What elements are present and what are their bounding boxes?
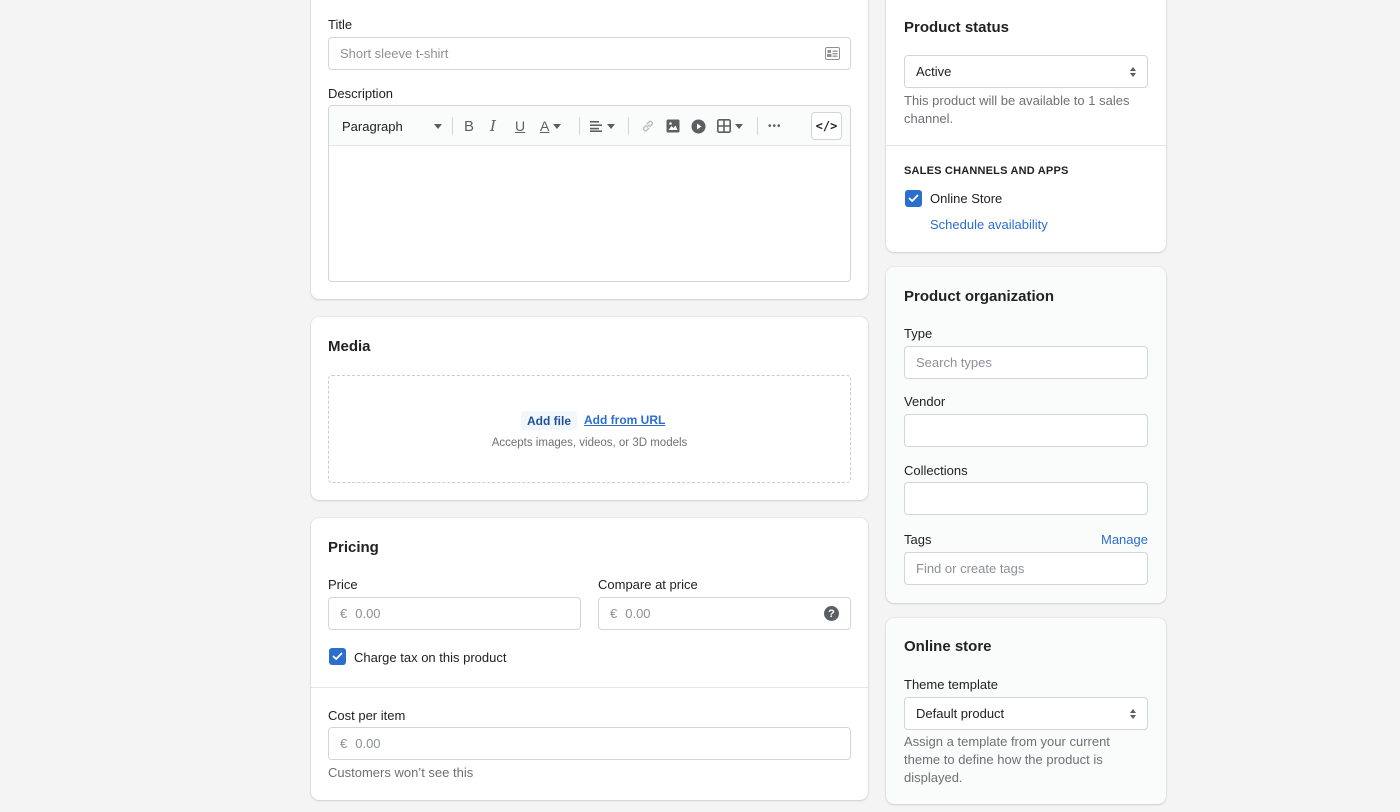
chevron-down-icon: [553, 123, 562, 129]
price-input[interactable]: € 0.00: [328, 597, 581, 630]
add-from-url-link[interactable]: Add from URL: [584, 413, 665, 427]
product-status-select[interactable]: Active: [904, 55, 1148, 88]
theme-template-label: Theme template: [904, 677, 998, 692]
chevron-down-icon: [434, 123, 442, 129]
table-button[interactable]: [717, 106, 743, 146]
description-label: Description: [328, 86, 394, 101]
media-heading: Media: [328, 338, 371, 355]
link-icon: [642, 120, 654, 132]
video-button[interactable]: [691, 106, 706, 146]
paragraph-select-value: Paragraph: [342, 118, 403, 134]
type-input[interactable]: Search types: [904, 346, 1148, 379]
select-arrows-icon: [1130, 66, 1136, 77]
theme-template-help: Assign a template from your current them…: [904, 734, 1110, 785]
collections-input[interactable]: [904, 482, 1148, 515]
tags-input[interactable]: Find or create tags: [904, 552, 1148, 585]
select-arrows-icon: [1130, 708, 1136, 719]
image-icon: [666, 119, 680, 133]
product-status-value: Active: [916, 64, 952, 79]
type-placeholder: Search types: [916, 355, 992, 370]
compare-at-price-placeholder: 0.00: [625, 606, 651, 621]
online-store-channel-checkbox[interactable]: [905, 190, 922, 207]
text-color-icon: A: [540, 118, 550, 134]
online-store-channel-label[interactable]: Online Store: [930, 191, 1002, 206]
theme-template-value: Default product: [916, 706, 1005, 721]
tags-placeholder: Find or create tags: [916, 561, 1025, 576]
underline-button[interactable]: U: [515, 106, 525, 146]
underline-icon: U: [515, 118, 526, 134]
title-label: Title: [328, 17, 353, 32]
table-icon: [717, 119, 731, 133]
italic-icon: I: [490, 117, 496, 135]
toolbar-divider: [579, 117, 580, 135]
compare-at-price-input[interactable]: € 0.00 ?: [598, 597, 851, 630]
code-icon: </>: [815, 119, 838, 133]
title-placeholder: Short sleeve t-shirt: [340, 46, 449, 61]
checkmark-icon: [908, 194, 919, 202]
price-label: Price: [328, 577, 358, 592]
description-textarea[interactable]: [329, 146, 850, 281]
play-icon: [691, 119, 706, 133]
chevron-down-icon: [735, 123, 743, 129]
product-status-heading: Product status: [904, 19, 1010, 36]
media-dropzone[interactable]: Add file Add from URL Accepts images, vi…: [328, 375, 851, 483]
cost-per-item-help: Customers won’t see this: [328, 765, 474, 780]
toolbar-divider: [628, 117, 629, 135]
description-editor: Paragraph B I U A ••• </>: [328, 105, 851, 282]
manage-tags-link[interactable]: Manage: [1101, 532, 1148, 547]
align-button[interactable]: [590, 106, 615, 146]
toolbar-divider: [757, 117, 758, 135]
vendor-label: Vendor: [904, 394, 946, 409]
italic-button[interactable]: I: [490, 106, 496, 146]
currency-prefix: €: [340, 606, 348, 621]
charge-tax-checkbox[interactable]: [329, 648, 346, 665]
image-button[interactable]: [666, 106, 680, 146]
price-placeholder: 0.00: [355, 606, 381, 621]
editor-toolbar: Paragraph B I U A ••• </>: [329, 106, 850, 146]
paragraph-select[interactable]: Paragraph: [342, 106, 442, 146]
charge-tax-label[interactable]: Charge tax on this product: [354, 650, 506, 665]
pricing-heading: Pricing: [328, 539, 379, 556]
theme-template-select[interactable]: Default product: [904, 697, 1148, 730]
cost-per-item-input[interactable]: € 0.00: [328, 727, 851, 760]
link-button[interactable]: [641, 106, 655, 146]
vendor-input[interactable]: [904, 414, 1148, 447]
bold-button[interactable]: B: [464, 106, 474, 146]
align-left-icon: [590, 121, 602, 132]
add-file-button[interactable]: Add file: [521, 411, 577, 430]
product-status-help: This product will be available to 1 sale…: [904, 93, 1130, 126]
sales-channels-heading: SALES CHANNELS AND APPS: [904, 165, 1069, 177]
compare-at-price-label: Compare at price: [598, 577, 698, 592]
cost-per-item-label: Cost per item: [328, 708, 406, 723]
online-store-heading: Online store: [904, 638, 992, 655]
status-divider: [886, 145, 1166, 146]
tags-label: Tags: [904, 532, 932, 547]
text-color-button[interactable]: A: [540, 106, 562, 146]
currency-prefix: €: [610, 606, 618, 621]
question-circle-icon[interactable]: ?: [824, 606, 839, 621]
contact-card-icon[interactable]: [825, 47, 840, 63]
collections-label: Collections: [904, 463, 968, 478]
more-button[interactable]: •••: [768, 106, 782, 146]
media-accepts-text: Accepts images, videos, or 3D models: [491, 437, 688, 449]
cost-per-item-placeholder: 0.00: [355, 736, 381, 751]
bold-icon: B: [464, 117, 475, 135]
product-organization-heading: Product organization: [904, 288, 1054, 305]
checkmark-icon: [332, 652, 343, 660]
type-label: Type: [904, 326, 933, 341]
pricing-divider: [311, 687, 868, 688]
chevron-down-icon: [607, 123, 615, 129]
currency-prefix: €: [340, 736, 348, 751]
toolbar-divider: [452, 117, 453, 135]
title-input[interactable]: Short sleeve t-shirt: [328, 37, 851, 70]
more-horizontal-icon: •••: [768, 120, 782, 132]
schedule-availability-link[interactable]: Schedule availability: [930, 217, 1048, 232]
code-view-button[interactable]: </>: [811, 112, 842, 140]
